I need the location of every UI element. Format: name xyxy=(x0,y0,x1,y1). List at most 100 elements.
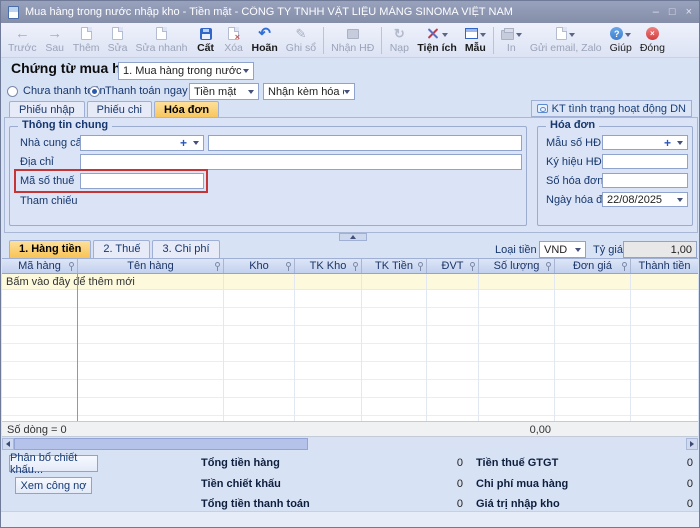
column-header-tk-kho[interactable]: TK Kho xyxy=(295,259,362,273)
exchange-rate-input[interactable]: 1,00 xyxy=(623,241,697,258)
tab-hang-tien[interactable]: 1. Hàng tiền xyxy=(9,240,91,258)
column-header-thanh-tien[interactable]: Thành tiền xyxy=(631,259,698,273)
pin-icon[interactable] xyxy=(69,262,74,267)
grid-header: Mã hàng Tên hàng Kho TK Kho TK Tiền ĐVT … xyxy=(2,258,698,274)
column-divider xyxy=(223,274,224,437)
scrollbar-thumb[interactable] xyxy=(14,438,308,450)
pin-icon[interactable] xyxy=(418,262,423,267)
arrow-right-icon xyxy=(47,26,62,41)
address-label: Địa chỉ xyxy=(20,156,54,168)
pin-icon[interactable] xyxy=(353,262,358,267)
invoice-date-picker[interactable]: 22/08/2025 xyxy=(602,192,688,207)
allocate-discount-button[interactable]: Phân bổ chiết khấu... xyxy=(9,455,98,472)
purchase-cost-label: Chi phí mua hàng xyxy=(476,478,568,490)
toolbar-separator xyxy=(323,27,324,54)
delete-icon xyxy=(228,27,239,40)
post-button[interactable]: Ghi sổ xyxy=(282,25,320,57)
prev-button[interactable]: Trước xyxy=(4,25,41,57)
receive-invoice-button[interactable]: Nhận HĐ xyxy=(327,25,378,57)
pin-icon[interactable] xyxy=(215,262,220,267)
pin-icon[interactable] xyxy=(546,262,551,267)
group-title: Hóa đơn xyxy=(546,119,599,131)
new-document-icon xyxy=(81,27,92,40)
purchase-cost-value: 0 xyxy=(601,478,693,490)
tab-thue[interactable]: 2. Thuế xyxy=(93,240,150,258)
column-header-dvt[interactable]: ĐVT xyxy=(427,259,479,273)
invoice-info-group: Hóa đơn Mẫu số HĐ Ký hiệu HĐ Số hóa đơn … xyxy=(537,126,693,226)
chevron-down-icon xyxy=(248,90,254,94)
view-debt-button[interactable]: Xem công nợ xyxy=(15,477,92,494)
delete-button[interactable]: Xóa xyxy=(220,25,248,57)
email-zalo-button[interactable]: Gửi email, Zalo xyxy=(526,25,606,57)
quick-edit-icon xyxy=(156,27,167,40)
scroll-right-button[interactable] xyxy=(686,438,698,450)
kt-status-check-button[interactable]: KT tình trạng hoạt động DN xyxy=(531,100,692,117)
exchange-rate-label: Tỷ giá xyxy=(593,244,623,256)
print-button[interactable]: In xyxy=(497,25,526,57)
grid-empty-rows[interactable] xyxy=(2,290,698,421)
invoice-option-select[interactable]: Nhận kèm hóa đơn xyxy=(263,83,355,100)
minimize-icon[interactable] xyxy=(653,6,659,18)
pin-icon[interactable] xyxy=(286,262,291,267)
edit-button[interactable]: Sửa xyxy=(104,25,132,57)
chevron-down-icon xyxy=(569,33,575,37)
stock-in-value-value: 0 xyxy=(601,498,693,510)
load-button[interactable]: Nạp xyxy=(385,25,413,57)
quantity-total: 0,00 xyxy=(479,424,551,436)
close-window-button[interactable]: Đóng xyxy=(636,25,669,57)
supplier-code-combo[interactable] xyxy=(80,135,204,151)
vat-label: Tiền thuế GTGT xyxy=(476,457,558,469)
invoice-template-label: Mẫu số HĐ xyxy=(546,137,601,149)
fixed-column-divider[interactable] xyxy=(77,274,78,437)
save-icon xyxy=(200,28,212,40)
utilities-button[interactable]: Tiện ích xyxy=(413,25,460,57)
status-strip xyxy=(1,511,699,528)
help-button[interactable]: Giúp xyxy=(606,25,636,57)
undo-button[interactable]: Hoãn xyxy=(248,25,282,57)
horizontal-scrollbar[interactable] xyxy=(2,438,698,450)
check-status-icon xyxy=(537,104,548,113)
chevron-down-icon xyxy=(677,141,683,145)
arrow-left-icon xyxy=(6,441,10,447)
address-input[interactable] xyxy=(80,154,522,170)
pin-icon[interactable] xyxy=(470,262,475,267)
add-new-icon[interactable] xyxy=(664,138,671,148)
collapse-panel-button[interactable] xyxy=(339,233,367,241)
payment-method-select[interactable]: Tiền mặt xyxy=(189,83,259,100)
save-button[interactable]: Cất xyxy=(192,25,220,57)
send-email-icon xyxy=(556,27,567,40)
chevron-down-icon xyxy=(344,90,350,94)
tools-icon xyxy=(426,27,440,40)
invoice-template-combo[interactable] xyxy=(602,135,688,150)
close-red-icon xyxy=(646,27,659,40)
add-button[interactable]: Thêm xyxy=(69,25,104,57)
total-goods-label: Tổng tiền hàng xyxy=(201,457,280,469)
tab-chi-phi[interactable]: 3. Chi phí xyxy=(152,240,219,258)
doc-type-select[interactable]: 1. Mua hàng trong nước nhập kho xyxy=(118,62,254,80)
column-header-tk-tien[interactable]: TK Tiền xyxy=(362,259,427,273)
add-new-row[interactable]: Bấm vào đây để thêm mới xyxy=(2,274,698,290)
supplier-name-input[interactable] xyxy=(208,135,522,151)
column-header-kho[interactable]: Kho xyxy=(224,259,295,273)
invoice-serial-input[interactable] xyxy=(602,154,688,169)
column-divider xyxy=(361,274,362,437)
quick-edit-button[interactable]: Sửa nhanh xyxy=(132,25,192,57)
column-header-don-gia[interactable]: Đơn giá xyxy=(555,259,631,273)
discount-label: Tiền chiết khấu xyxy=(201,478,281,490)
next-button[interactable]: Sau xyxy=(41,25,69,57)
pin-icon[interactable] xyxy=(622,262,627,267)
scroll-left-button[interactable] xyxy=(2,438,14,450)
column-header-ma-hang[interactable]: Mã hàng xyxy=(2,259,78,273)
column-header-so-luong[interactable]: Số lượng xyxy=(479,259,555,273)
total-payment-label: Tổng tiền thanh toán xyxy=(201,498,310,510)
currency-select[interactable]: VND xyxy=(539,241,586,258)
radio-pay-now[interactable]: Thanh toán ngay xyxy=(89,84,188,98)
close-icon[interactable] xyxy=(686,6,692,18)
row-count: Số dòng = 0 xyxy=(7,424,67,436)
invoice-number-input[interactable] xyxy=(602,173,688,188)
maximize-icon[interactable] xyxy=(669,6,676,18)
column-header-ten-hang[interactable]: Tên hàng xyxy=(78,259,224,273)
tax-code-input[interactable] xyxy=(80,173,204,189)
add-new-icon[interactable] xyxy=(180,138,187,148)
template-button[interactable]: Mẫu xyxy=(461,25,490,57)
